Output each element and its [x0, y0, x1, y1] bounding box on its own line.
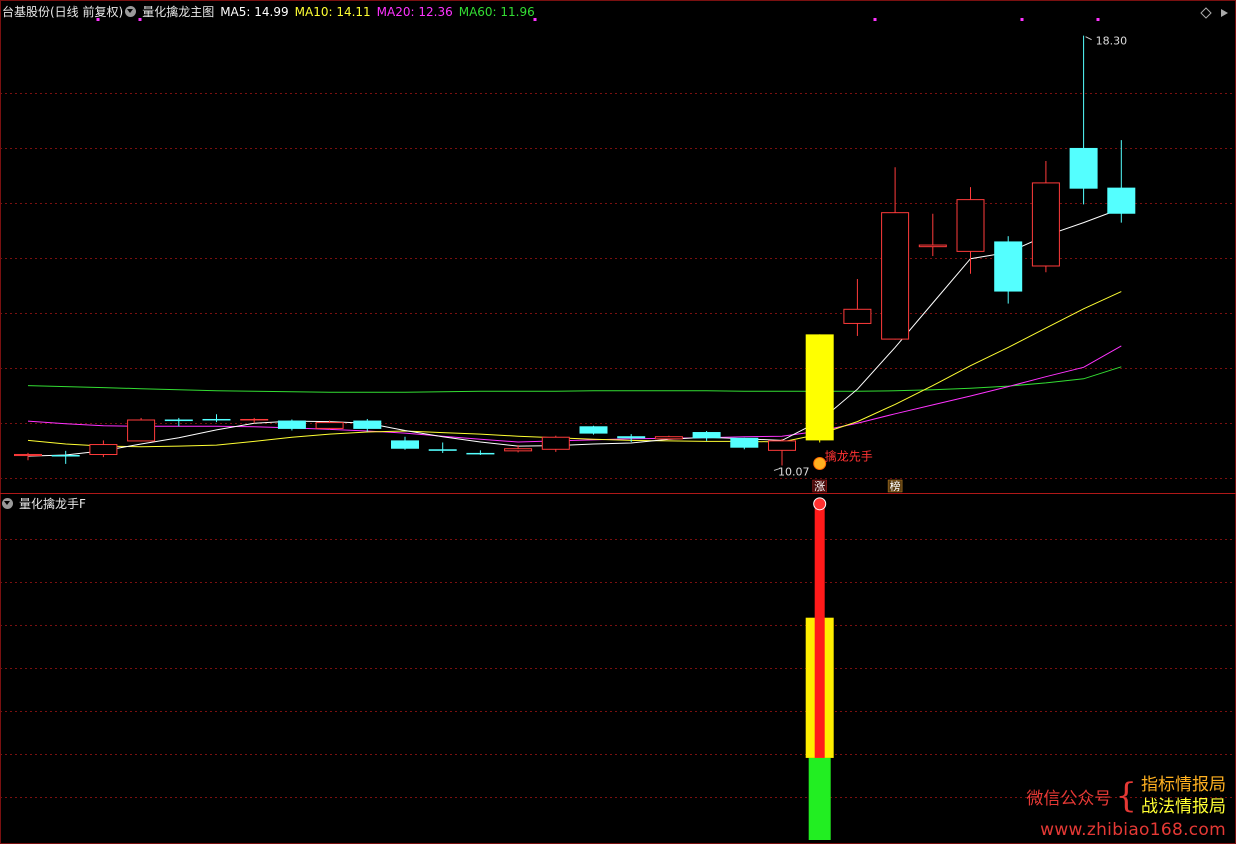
- zhang-badge: 涨: [814, 480, 825, 493]
- candle: [1069, 35, 1098, 205]
- watermark-url[interactable]: www.zhibiao168.com: [1026, 820, 1226, 840]
- diamond-icon: [1200, 7, 1212, 19]
- candle-body: [164, 419, 193, 422]
- candle: [768, 438, 796, 466]
- candle: [956, 187, 985, 274]
- watermark-brace: {: [1115, 776, 1137, 816]
- kline-chart[interactable]: 18.30 10.07 擒龙先手涨 榜: [0, 0, 1236, 844]
- candle: [881, 167, 910, 340]
- candle: [277, 419, 306, 431]
- candle: [994, 236, 1023, 304]
- candle: [805, 334, 834, 443]
- candle: [843, 279, 872, 336]
- stock-title[interactable]: 台基股份(日线 前复权): [2, 5, 123, 19]
- candle-body: [51, 455, 80, 457]
- candle-body: [504, 448, 533, 452]
- candle: [202, 414, 231, 423]
- candle-body: [730, 437, 759, 448]
- candle-body: [466, 452, 495, 455]
- candle: [127, 417, 156, 442]
- low-label: 10.07: [778, 465, 810, 478]
- ma20-label: MA20: 12.36: [376, 5, 453, 19]
- candle-body: [918, 244, 947, 248]
- candle-body: [89, 444, 118, 456]
- chart-frame: [0, 0, 1236, 844]
- candle: [654, 435, 683, 440]
- sub-panel-header: 量化擒龙手F: [2, 496, 92, 512]
- candle-body: [994, 241, 1023, 292]
- candle: [1031, 161, 1060, 273]
- ma20-line: [27, 345, 1122, 443]
- candle: [164, 417, 193, 427]
- watermark-name2: 战法情报局: [1141, 797, 1226, 817]
- high-label: 18.30: [1096, 35, 1128, 48]
- ma60-label: MA60: 11.96: [458, 5, 535, 19]
- candle-body: [127, 419, 156, 442]
- candle-body: [202, 418, 231, 421]
- candle-body: [14, 453, 42, 457]
- marker-dot: [1020, 18, 1024, 21]
- marker-dot: [873, 18, 877, 21]
- candle: [466, 450, 495, 456]
- candle: [428, 442, 457, 453]
- candle-body: [843, 308, 872, 324]
- ma10-label: MA10: 14.11: [294, 5, 371, 19]
- main-panel-header: 台基股份(日线 前复权) 量化擒龙主图 MA5: 14.99 MA10: 14.11 M…: [2, 4, 541, 20]
- ma60-line: [27, 366, 1122, 393]
- candle-body: [956, 199, 985, 252]
- candle: [579, 425, 608, 435]
- candle-body: [1069, 147, 1098, 189]
- candle: [51, 450, 80, 464]
- candle: [391, 436, 419, 450]
- dropdown-circle-icon[interactable]: [2, 498, 13, 509]
- marker-dot: [1096, 18, 1100, 21]
- candle: [730, 437, 759, 450]
- candle-body: [353, 420, 382, 429]
- sub-green-bar: [808, 757, 831, 840]
- watermark-wechat: 微信公众号: [1026, 788, 1112, 809]
- candle-body: [881, 212, 910, 340]
- signal-label: 擒龙先手: [825, 448, 873, 463]
- candle-body: [1107, 187, 1136, 214]
- candle: [89, 440, 118, 458]
- ma5-label: MA5: 14.99: [220, 5, 289, 19]
- watermark-name1: 指标情报局: [1141, 775, 1226, 795]
- candle-body: [240, 418, 269, 421]
- sub-red-bar: [814, 504, 825, 758]
- candle: [353, 418, 382, 432]
- dropdown-circle-icon[interactable]: [125, 6, 137, 17]
- candle-body: [768, 440, 796, 451]
- expand-icon: [1221, 9, 1228, 17]
- high-arrow: [1085, 36, 1092, 41]
- candle-body: [541, 436, 570, 450]
- candle-body: [579, 426, 608, 434]
- candle-body: [428, 449, 457, 451]
- bang-badge: 榜: [890, 479, 901, 493]
- candle-body: [692, 432, 721, 439]
- candle-body: [1031, 182, 1060, 267]
- candle: [14, 452, 42, 461]
- candle-body: [277, 420, 306, 429]
- indicator-name[interactable]: 量化擒龙主图: [142, 5, 214, 19]
- candle: [692, 430, 721, 441]
- candle-body: [654, 436, 683, 440]
- candle: [1107, 140, 1136, 223]
- sub-indicator-name[interactable]: 量化擒龙手F: [19, 497, 86, 511]
- watermark: 微信公众号 { 指标情报局 战法情报局 www.zhibiao168.com: [1026, 774, 1226, 840]
- candle-body: [391, 440, 419, 449]
- candle: [918, 213, 947, 257]
- candle-body: [805, 334, 834, 441]
- signal-ball-icon: [813, 497, 827, 511]
- candle-body: [617, 436, 646, 439]
- candle: [541, 435, 570, 452]
- candle-body: [315, 422, 344, 429]
